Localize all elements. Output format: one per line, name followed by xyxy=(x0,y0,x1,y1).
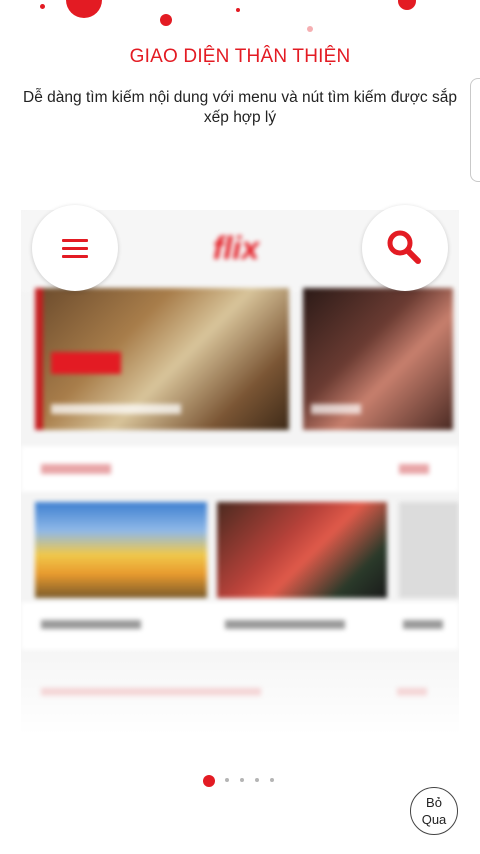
magnifier-icon xyxy=(387,230,421,264)
search-button xyxy=(362,205,448,291)
preview-hero-caption xyxy=(51,404,181,414)
edge-panel-handle[interactable] xyxy=(470,78,480,182)
preview-caption xyxy=(225,620,345,629)
preview-thumbnail xyxy=(217,502,387,598)
skip-button-label-line2: Qua xyxy=(421,812,447,827)
menu-button xyxy=(32,205,118,291)
preview-caption xyxy=(41,620,141,629)
page-dot xyxy=(240,778,244,782)
page-dot xyxy=(225,778,229,782)
skip-button[interactable]: Bỏ Qua xyxy=(410,787,458,835)
preview-hero-tag xyxy=(51,352,121,374)
preview-thumbnail xyxy=(35,502,207,598)
preview-thumbnail xyxy=(399,502,459,598)
page-indicator xyxy=(0,775,480,789)
preview-section-label xyxy=(41,464,111,474)
page-subtitle: Dễ dàng tìm kiếm nội dung với menu và nú… xyxy=(23,89,457,126)
page-title: GIAO DIỆN THÂN THIỆN xyxy=(129,46,351,67)
preview-hero-strip xyxy=(35,288,43,430)
skip-button-label-line1: Bỏ xyxy=(426,795,442,810)
preview-fade xyxy=(21,640,459,735)
preview-hero-side-caption xyxy=(311,404,361,414)
preview-logo: flix xyxy=(212,230,260,266)
page-dot-active xyxy=(203,775,215,787)
preview-section-more xyxy=(399,464,429,474)
page-dot xyxy=(255,778,259,782)
page-dot xyxy=(270,778,274,782)
preview-caption xyxy=(403,620,443,629)
